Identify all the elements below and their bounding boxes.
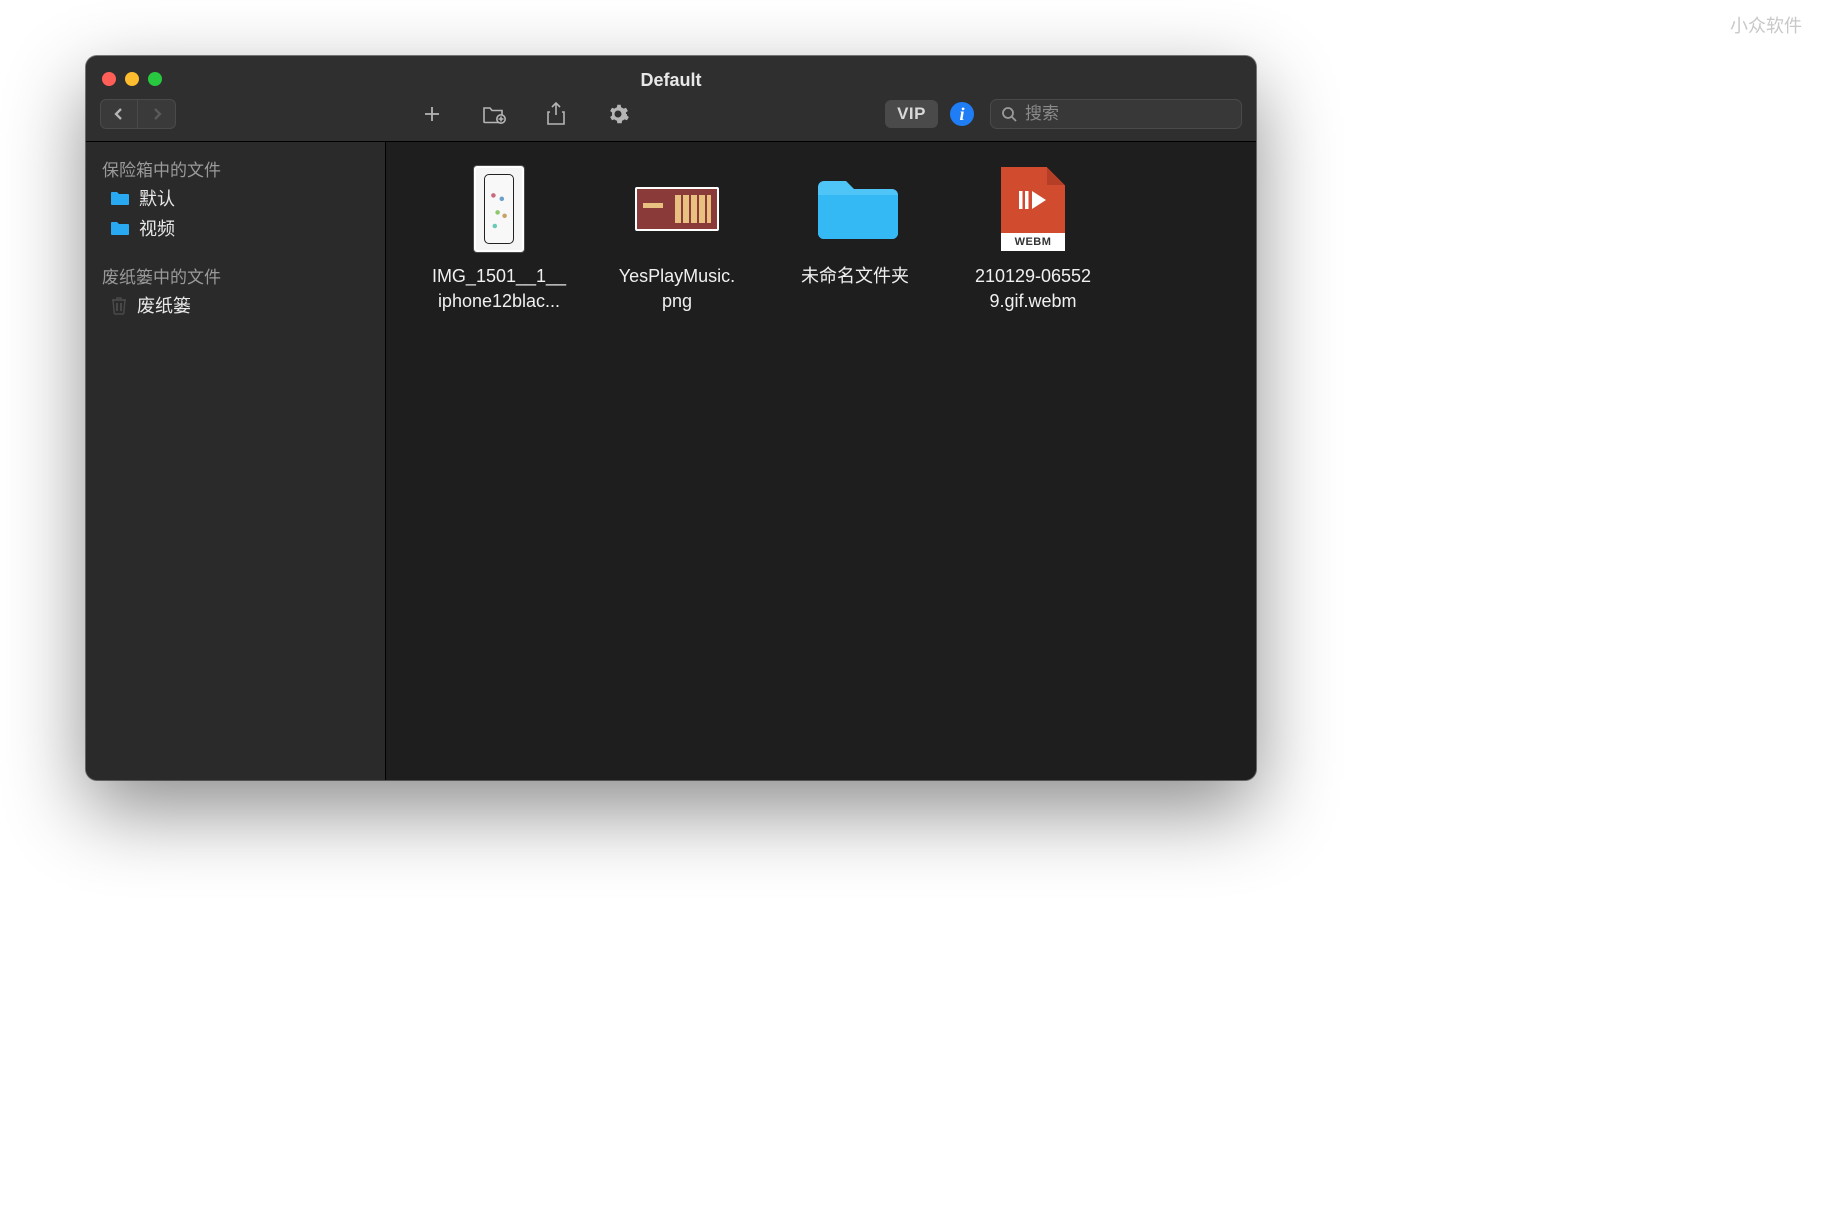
sidebar-item-label: 废纸篓 (137, 292, 191, 318)
phone-preview-icon (474, 166, 524, 252)
folder-plus-icon (482, 103, 506, 125)
window-body: 保险箱中的文件 默认 视频 废纸篓中的文件 废纸篓 (86, 142, 1256, 780)
forward-button[interactable] (138, 99, 176, 129)
add-button[interactable] (406, 97, 458, 131)
share-icon (546, 102, 566, 126)
minimize-window-button[interactable] (125, 72, 139, 86)
file-name: 210129-06552 9.gif.webm (975, 264, 1091, 314)
search-icon (1001, 106, 1017, 122)
webm-badge: WEBM (1001, 233, 1065, 251)
folder-icon (110, 190, 130, 206)
search-input[interactable] (1025, 104, 1246, 124)
webm-file-icon: WEBM (1001, 167, 1065, 251)
share-button[interactable] (530, 97, 582, 131)
sidebar-header: 保险箱中的文件 (86, 152, 385, 183)
gear-icon (607, 103, 629, 125)
traffic-lights (102, 72, 162, 86)
folder-icon (812, 173, 898, 245)
play-icon (1019, 189, 1047, 211)
file-thumbnail (635, 164, 719, 254)
file-item[interactable]: 未命名文件夹 (766, 164, 944, 289)
image-preview-icon (635, 187, 719, 231)
sidebar-item-default[interactable]: 默认 (86, 183, 385, 213)
file-name: IMG_1501__1__ iphone12blac... (432, 264, 566, 314)
trash-icon (110, 295, 128, 315)
sidebar-section-trash: 废纸篓中的文件 废纸篓 (86, 259, 385, 320)
settings-button[interactable] (592, 97, 644, 131)
file-thumbnail: WEBM (1001, 164, 1065, 254)
file-thumbnail (812, 164, 898, 254)
plus-icon (422, 104, 442, 124)
toolbar: VIP i (86, 97, 1256, 131)
titlebar: Default VIP (86, 56, 1256, 142)
files-grid: IMG_1501__1__ iphone12blac... YesPlayMus… (386, 142, 1256, 780)
file-item[interactable]: WEBM 210129-06552 9.gif.webm (944, 164, 1122, 314)
window-title: Default (86, 56, 1256, 91)
new-folder-button[interactable] (468, 97, 520, 131)
close-window-button[interactable] (102, 72, 116, 86)
sidebar: 保险箱中的文件 默认 视频 废纸篓中的文件 废纸篓 (86, 142, 386, 780)
nav-group (100, 99, 176, 129)
file-item[interactable]: IMG_1501__1__ iphone12blac... (410, 164, 588, 314)
watermark-text: 小众软件 (1730, 12, 1802, 38)
chevron-right-icon (151, 107, 163, 121)
sidebar-item-trash[interactable]: 废纸篓 (86, 290, 385, 320)
sidebar-item-video[interactable]: 视频 (86, 213, 385, 243)
file-name: 未命名文件夹 (801, 264, 909, 289)
back-button[interactable] (100, 99, 138, 129)
sidebar-section-vault: 保险箱中的文件 默认 视频 (86, 152, 385, 243)
file-thumbnail (474, 164, 524, 254)
chevron-left-icon (113, 107, 125, 121)
vip-badge[interactable]: VIP (885, 100, 938, 128)
folder-icon (110, 220, 130, 236)
app-window: Default VIP (86, 56, 1256, 780)
maximize-window-button[interactable] (148, 72, 162, 86)
search-box[interactable] (990, 99, 1242, 129)
sidebar-item-label: 默认 (139, 185, 175, 211)
sidebar-header: 废纸篓中的文件 (86, 259, 385, 290)
file-name: YesPlayMusic. png (619, 264, 735, 314)
sidebar-item-label: 视频 (139, 215, 175, 241)
file-item[interactable]: YesPlayMusic. png (588, 164, 766, 314)
info-button[interactable]: i (950, 102, 974, 126)
